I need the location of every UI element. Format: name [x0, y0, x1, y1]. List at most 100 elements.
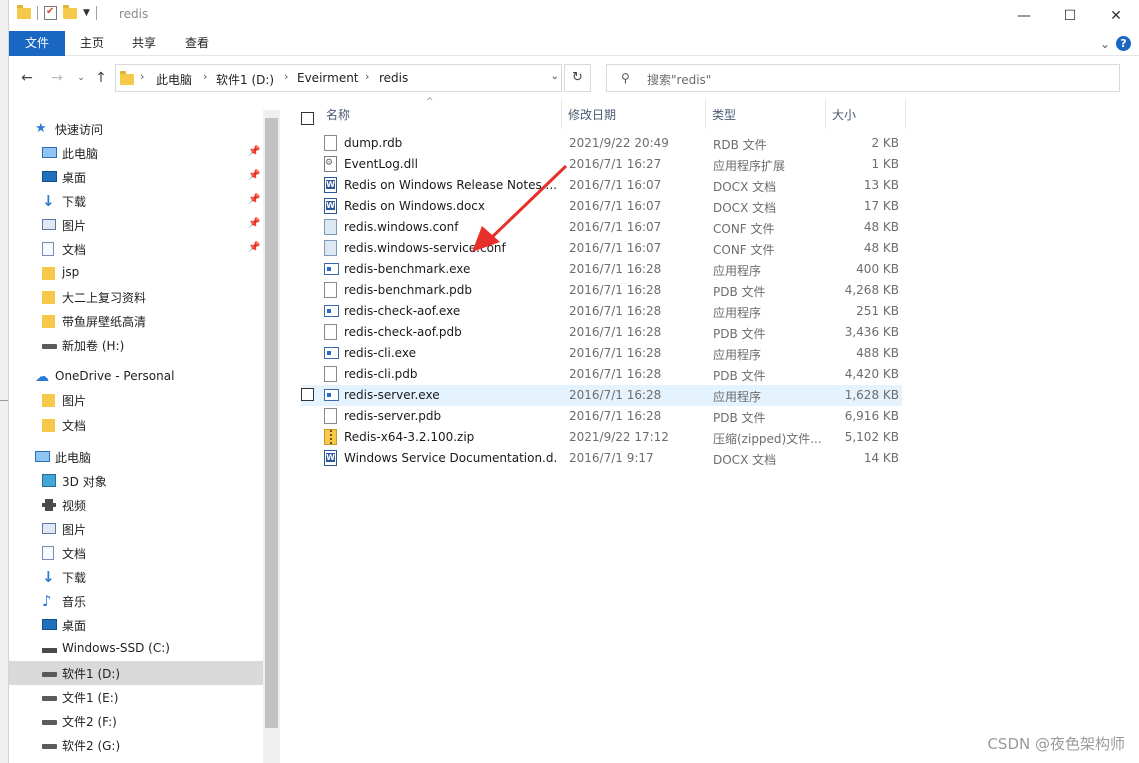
column-divider[interactable]	[705, 99, 706, 129]
column-size-header[interactable]: 大小	[832, 106, 856, 123]
sidebar-item[interactable]: 桌面	[9, 613, 263, 637]
file-row[interactable]: EventLog.dll2016/7/1 16:27应用程序扩展1 KB	[301, 154, 902, 175]
sidebar-item[interactable]: 3D 对象	[9, 469, 263, 493]
column-divider[interactable]	[825, 99, 826, 129]
file-row[interactable]: redis.windows.conf 2016/7/1 16:07 CONF 文件 4…	[301, 217, 902, 238]
breadcrumb-this-pc[interactable]: 此电脑	[156, 71, 192, 88]
row-checkbox[interactable]	[301, 388, 314, 401]
sidebar-item[interactable]: ★ 快速访问	[9, 117, 263, 141]
sidebar-item[interactable]: 此电脑	[9, 445, 263, 469]
customize-toolbar-icon[interactable]: ▼	[83, 8, 90, 18]
chevron-right-icon[interactable]: ›	[140, 70, 144, 83]
search-box[interactable]: ⚲ 搜索"redis"	[606, 64, 1120, 92]
breadcrumb-redis[interactable]: redis	[379, 71, 408, 85]
sidebar-item[interactable]: 此电脑 📌	[9, 141, 263, 165]
search-input[interactable]: 搜索"redis"	[647, 71, 711, 88]
file-row[interactable]: redis-benchmark.pdb 2016/7/1 16:28 PDB 文件 4…	[301, 280, 902, 301]
sidebar-item[interactable]: 图片	[9, 388, 263, 412]
breadcrumb-drive-d[interactable]: 软件1 (D:)	[216, 71, 274, 88]
breadcrumb-eveirment[interactable]: Eveirment	[297, 71, 359, 85]
sidebar-item[interactable]: ♪ 音乐	[9, 589, 263, 613]
refresh-button[interactable]: ↻	[564, 64, 591, 92]
sidebar-item[interactable]: 桌面 📌	[9, 165, 263, 189]
column-type-header[interactable]: 类型	[712, 106, 736, 123]
column-name-header[interactable]: 名称	[326, 106, 350, 123]
pin-icon[interactable]: 📌	[248, 170, 260, 181]
file-row[interactable]: redis-cli.pdb 2016/7/1 16:28 PDB 文件 4,420 K…	[301, 364, 902, 385]
file-row[interactable]: Redis-x64-3.2.100.zip 2021/9/22 17:12 压缩(z…	[301, 427, 902, 448]
sidebar-item[interactable]: Windows-SSD (C:)	[9, 637, 263, 661]
pin-icon[interactable]: 📌	[248, 218, 260, 229]
desktop-icon	[42, 171, 57, 182]
file-date: 2016/7/1 16:28	[569, 304, 662, 318]
sidebar-item[interactable]: 软件2 (G:)	[9, 733, 263, 757]
sidebar-item[interactable]: 大二上复习资料	[9, 285, 263, 309]
forward-arrow-icon[interactable]: →	[47, 68, 67, 88]
file-row[interactable]: redis-cli.exe 2016/7/1 16:28 应用程序 488 KB	[301, 343, 902, 364]
file-row[interactable]: Redis on Windows.docx2016/7/1 16:07DOCX …	[301, 196, 902, 217]
file-date: 2016/7/1 16:28	[569, 283, 662, 297]
file-date: 2016/7/1 16:28	[569, 325, 662, 339]
chevron-right-icon[interactable]: ›	[203, 70, 207, 83]
tab-home[interactable]: 主页	[73, 31, 111, 56]
file-row[interactable]: redis.windows-service.conf 2016/7/1 16:07…	[301, 238, 902, 259]
sidebar-item[interactable]: 图片 📌	[9, 213, 263, 237]
up-arrow-icon[interactable]: ↑	[91, 68, 111, 88]
new-folder-icon[interactable]	[63, 4, 77, 19]
column-divider[interactable]	[905, 99, 906, 129]
sidebar-item[interactable]: 文件1 (E:)	[9, 685, 263, 709]
sidebar-item-label: 大二上复习资料	[62, 291, 147, 305]
drive-icon	[42, 744, 57, 749]
sidebar-item[interactable]: 新加卷 (H:)	[9, 333, 263, 357]
file-row[interactable]: Windows Service Documentation.d... 2016/7…	[301, 448, 902, 469]
sidebar-item[interactable]: 文档	[9, 541, 263, 565]
file-row[interactable]: redis-benchmark.exe 2016/7/1 16:28 应用程序 400…	[301, 259, 902, 280]
minimize-button[interactable]: —	[1001, 0, 1047, 31]
address-bar[interactable]: › 此电脑 › 软件1 (D:) › Eveirment › redis ⌄	[115, 64, 562, 92]
pin-icon[interactable]: 📌	[248, 146, 260, 157]
select-all-checkbox[interactable]	[301, 112, 314, 125]
sidebar-item[interactable]: jsp	[9, 261, 263, 285]
sidebar-item[interactable]: 带鱼屏壁纸高清	[9, 309, 263, 333]
file-row[interactable]: redis-server.exe 2016/7/1 16:28 应用程序 1,628 …	[301, 385, 902, 406]
back-arrow-icon[interactable]: ←	[17, 68, 37, 88]
close-button[interactable]: ✕	[1093, 0, 1139, 31]
maximize-button[interactable]: ☐	[1047, 0, 1093, 31]
docx-file-icon	[324, 450, 337, 466]
sidebar-scrollbar-thumb[interactable]	[265, 118, 278, 728]
file-row[interactable]: dump.rdb 2021/9/22 20:49 RDB 文件 2 KB	[301, 133, 902, 154]
file-row[interactable]: redis-server.pdb 2016/7/1 16:28 PDB 文件 6,91…	[301, 406, 902, 427]
file-size: 251 KB	[856, 304, 899, 318]
sidebar-item-label: Windows-SSD (C:)	[62, 641, 170, 655]
chevron-right-icon[interactable]: ›	[284, 70, 288, 83]
file-explorer-window: ▼ redis — ☐ ✕ 文件 主页 共享 查看 ⌄ ? ← → ⌄ ↑ › …	[8, 0, 1139, 763]
pin-icon[interactable]: 📌	[248, 242, 260, 253]
pin-icon[interactable]: 📌	[248, 194, 260, 205]
help-icon[interactable]: ?	[1116, 36, 1131, 51]
file-row[interactable]: Redis on Windows Release Notes....2016/7…	[301, 175, 902, 196]
column-date-header[interactable]: 修改日期	[568, 106, 616, 123]
expand-ribbon-icon[interactable]: ⌄	[1100, 37, 1110, 51]
documents-icon	[42, 242, 54, 256]
chevron-down-icon[interactable]: ⌄	[551, 71, 559, 82]
sidebar-item[interactable]: ↓ 下载 📌	[9, 189, 263, 213]
sidebar-item[interactable]: 软件1 (D:)	[9, 661, 263, 685]
sidebar-item[interactable]: ☁ OneDrive - Personal	[9, 365, 263, 389]
properties-icon[interactable]	[44, 6, 57, 20]
tab-file[interactable]: 文件	[9, 31, 65, 56]
chevron-right-icon[interactable]: ›	[365, 70, 369, 83]
sidebar-item[interactable]: 视频	[9, 493, 263, 517]
file-row[interactable]: redis-check-aof.exe 2016/7/1 16:28 应用程序 251…	[301, 301, 902, 322]
sidebar-item[interactable]: 文件2 (F:)	[9, 709, 263, 733]
tab-share[interactable]: 共享	[125, 31, 163, 56]
sidebar-item[interactable]: 图片	[9, 517, 263, 541]
sidebar-item[interactable]: 文档 📌	[9, 237, 263, 261]
sidebar-item[interactable]: ↓ 下载	[9, 565, 263, 589]
sidebar-item-label: 下载	[62, 571, 87, 585]
tab-view[interactable]: 查看	[178, 31, 216, 56]
column-divider[interactable]	[561, 99, 562, 129]
file-type: DOCX 文档	[713, 180, 777, 194]
recent-locations-icon[interactable]: ⌄	[71, 68, 91, 88]
sidebar-item[interactable]: 文档	[9, 413, 263, 437]
file-row[interactable]: redis-check-aof.pdb 2016/7/1 16:28 PDB 文件 3…	[301, 322, 902, 343]
